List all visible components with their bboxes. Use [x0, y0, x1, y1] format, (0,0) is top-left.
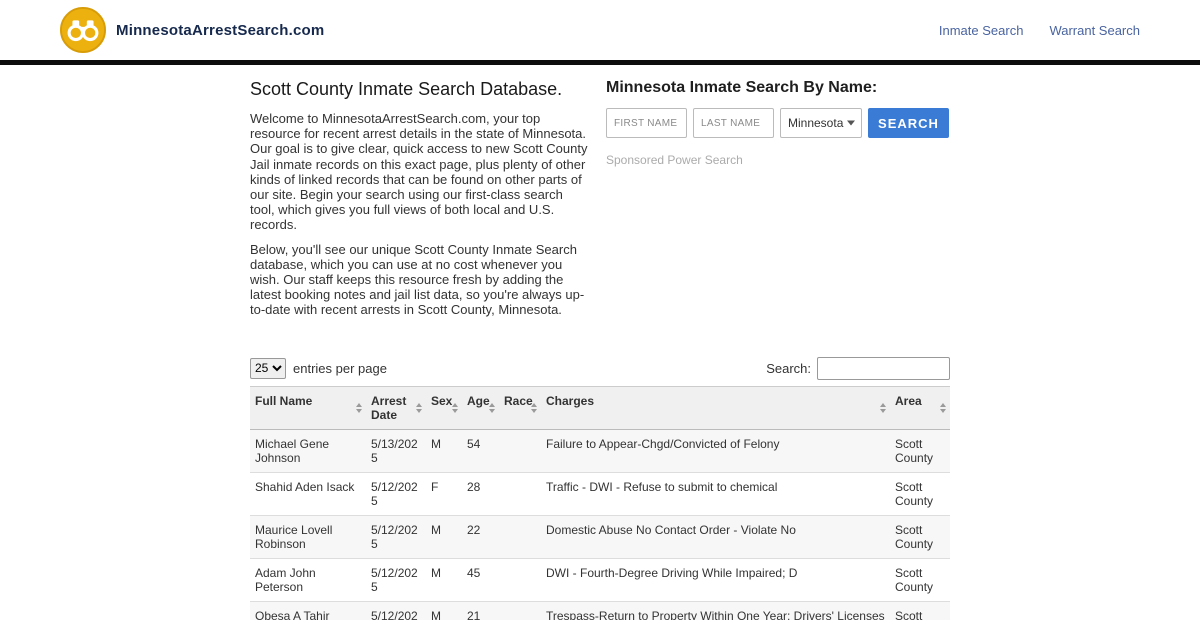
cell-race — [499, 429, 541, 473]
cell-arrest-date: 5/13/2025 — [366, 429, 426, 473]
table-row: Obesa A Tahir 5/12/2025 M 21 Trespass-Re… — [250, 601, 950, 620]
sponsored-label: Sponsored Power Search — [606, 153, 743, 167]
table-controls: 25 entries per page Search: — [250, 356, 950, 380]
cell-area: Scott County — [890, 472, 950, 516]
cell-full-name: Maurice Lovell Robinson — [250, 515, 366, 559]
first-name-input[interactable] — [606, 108, 687, 138]
column-header-race[interactable]: Race — [499, 385, 541, 430]
cell-charges: Domestic Abuse No Contact Order - Violat… — [541, 515, 890, 559]
sort-icon[interactable] — [452, 402, 458, 413]
cell-age: 21 — [462, 601, 499, 620]
nav-warrant-search[interactable]: Warrant Search — [1049, 23, 1140, 38]
table-search-input[interactable] — [817, 356, 950, 380]
table-body: Michael Gene Johnson 5/13/2025 M 54 Fail… — [250, 429, 950, 620]
intro-paragraph-2: Below, you'll see our unique Scott Count… — [250, 241, 585, 318]
column-header-arrest-date[interactable]: Arrest Date — [366, 385, 426, 430]
name-search-form: Minnesota SEARCH — [606, 108, 950, 138]
table-row: Shahid Aden Isack 5/12/2025 F 28 Traffic… — [250, 472, 950, 516]
column-header-age[interactable]: Age — [462, 385, 499, 430]
sort-icon[interactable] — [489, 402, 495, 413]
sort-icon[interactable] — [531, 402, 537, 413]
table-row: Adam John Peterson 5/12/2025 M 45 DWI - … — [250, 558, 950, 602]
sort-icon[interactable] — [940, 402, 946, 413]
cell-age: 22 — [462, 515, 499, 559]
sort-icon[interactable] — [880, 402, 886, 413]
column-header-sex[interactable]: Sex — [426, 385, 462, 430]
intro-section: Scott County Inmate Search Database. Wel… — [250, 79, 590, 327]
brand: MinnesotaArrestSearch.com — [60, 7, 324, 53]
page-title: Scott County Inmate Search Database. — [250, 79, 563, 99]
cell-area: Scott County — [890, 601, 950, 620]
cell-race — [499, 601, 541, 620]
sort-icon[interactable] — [416, 402, 422, 413]
search-panel-title: Minnesota Inmate Search By Name: — [606, 79, 878, 96]
cell-area: Scott County — [890, 558, 950, 602]
cell-race — [499, 472, 541, 516]
cell-full-name: Obesa A Tahir — [250, 601, 366, 620]
column-header-charges[interactable]: Charges — [541, 385, 890, 430]
cell-charges: DWI - Fourth-Degree Driving While Impair… — [541, 558, 890, 602]
cell-race — [499, 515, 541, 559]
cell-race — [499, 558, 541, 602]
entries-per-page: 25 entries per page — [250, 357, 387, 379]
cell-sex: M — [426, 429, 462, 473]
last-name-input[interactable] — [693, 108, 774, 138]
search-button[interactable]: SEARCH — [868, 108, 949, 138]
cell-charges: Trespass-Return to Property Within One Y… — [541, 601, 890, 620]
cell-sex: M — [426, 601, 462, 620]
name-search-panel: Minnesota Inmate Search By Name: Minneso… — [606, 79, 950, 327]
column-header-full-name[interactable]: Full Name — [250, 385, 366, 430]
state-select[interactable]: Minnesota — [780, 108, 862, 138]
table-search: Search: — [766, 356, 950, 380]
cell-arrest-date: 5/12/2025 — [366, 515, 426, 559]
sort-icon[interactable] — [356, 402, 362, 413]
cell-area: Scott County — [890, 515, 950, 559]
cell-charges: Traffic - DWI - Refuse to submit to chem… — [541, 472, 890, 516]
logo-icon — [60, 7, 106, 53]
entries-label: entries per page — [293, 360, 387, 376]
cell-full-name: Michael Gene Johnson — [250, 429, 366, 473]
cell-arrest-date: 5/12/2025 — [366, 601, 426, 620]
cell-arrest-date: 5/12/2025 — [366, 472, 426, 516]
cell-age: 28 — [462, 472, 499, 516]
main-content: Scott County Inmate Search Database. Wel… — [250, 65, 950, 620]
cell-full-name: Adam John Peterson — [250, 558, 366, 602]
table-row: Maurice Lovell Robinson 5/12/2025 M 22 D… — [250, 515, 950, 559]
column-header-area[interactable]: Area — [890, 385, 950, 430]
top-nav: Inmate Search Warrant Search — [939, 23, 1140, 38]
cell-area: Scott County — [890, 429, 950, 473]
intro-paragraph-1: Welcome to MinnesotaArrestSearch.com, yo… — [250, 111, 588, 233]
cell-sex: M — [426, 515, 462, 559]
cell-sex: F — [426, 472, 462, 516]
cell-arrest-date: 5/12/2025 — [366, 558, 426, 602]
site-header: MinnesotaArrestSearch.com Inmate Search … — [0, 0, 1200, 60]
table-header-row: Full Name Arrest Date Sex Age Race Charg… — [250, 385, 950, 430]
table-row: Michael Gene Johnson 5/13/2025 M 54 Fail… — [250, 429, 950, 473]
page-size-select[interactable]: 25 — [250, 357, 286, 379]
nav-inmate-search[interactable]: Inmate Search — [939, 23, 1024, 38]
cell-charges: Failure to Appear-Chgd/Convicted of Felo… — [541, 429, 890, 473]
table-search-label: Search: — [766, 360, 811, 376]
cell-age: 54 — [462, 429, 499, 473]
cell-full-name: Shahid Aden Isack — [250, 472, 366, 516]
cell-age: 45 — [462, 558, 499, 602]
brand-name: MinnesotaArrestSearch.com — [116, 21, 325, 39]
inmate-table: Full Name Arrest Date Sex Age Race Charg… — [250, 385, 950, 620]
cell-sex: M — [426, 558, 462, 602]
